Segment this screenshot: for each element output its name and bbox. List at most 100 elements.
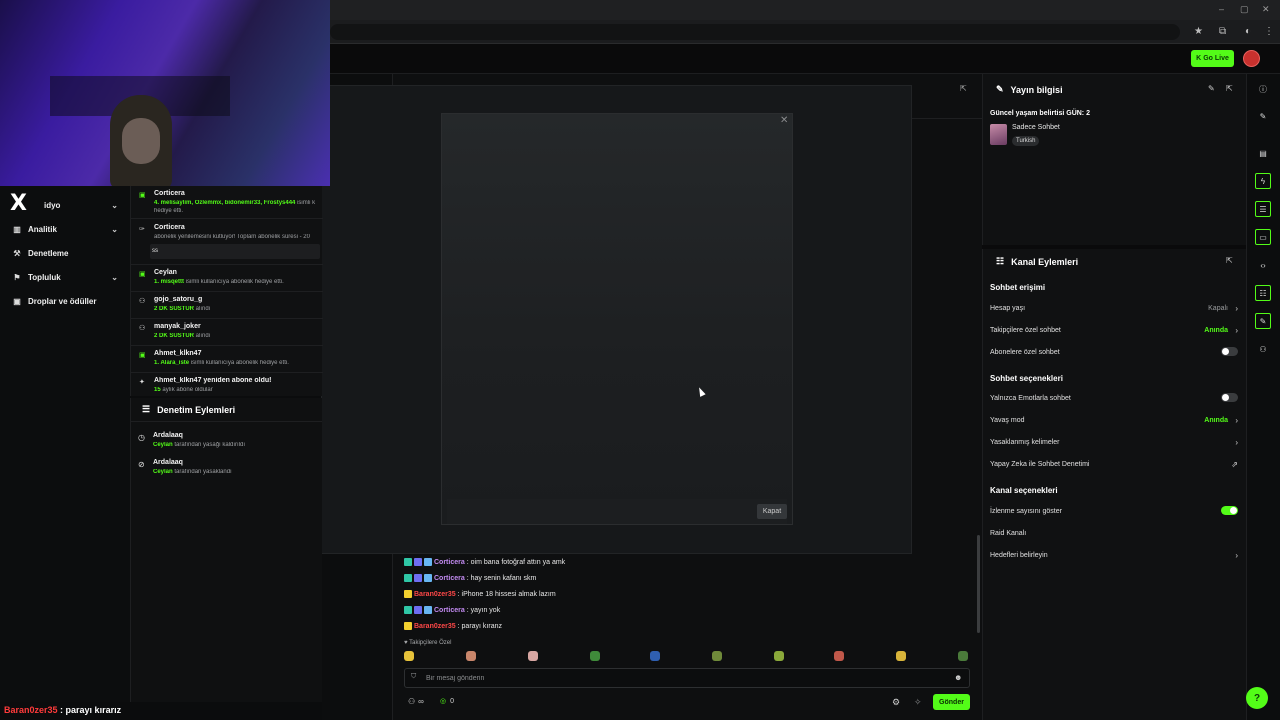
hammer-icon: ⚒ bbox=[13, 249, 21, 258]
show-viewers-toggle[interactable] bbox=[1221, 506, 1238, 515]
list-icon: ☰ bbox=[142, 404, 151, 414]
chevron-right-icon: › bbox=[1235, 551, 1238, 560]
sidebar-item-community[interactable]: ⚑ Topluluk ⌄ bbox=[12, 273, 118, 282]
timeout-icon: ⚇ bbox=[139, 325, 146, 332]
channel-actions-header: ☷ Kanal Eylemleri bbox=[996, 256, 1078, 267]
scrollbar[interactable] bbox=[977, 535, 980, 633]
profile-icon[interactable]: ◐ bbox=[1245, 26, 1251, 37]
popout-icon[interactable]: ⇱ bbox=[1226, 256, 1233, 265]
channel-options-title: Kanal seçenekleri bbox=[990, 486, 1058, 495]
setting-value: Anında bbox=[1204, 327, 1228, 334]
sidebar-item-analytics[interactable]: ▥ Analitik ⌄ bbox=[12, 225, 118, 234]
lightning-icon[interactable]: ϟ bbox=[1255, 173, 1271, 189]
popout-icon[interactable]: ⇱ bbox=[1226, 84, 1233, 93]
close-button[interactable]: Kapat bbox=[757, 504, 787, 519]
chat-username[interactable]: Baran0zer35 bbox=[414, 623, 456, 630]
sidebar-item-drops[interactable]: ▣ Droplar ve ödüller bbox=[12, 297, 118, 306]
address-bar[interactable] bbox=[330, 24, 1180, 40]
chat-input[interactable] bbox=[426, 672, 926, 684]
emote-icon[interactable] bbox=[712, 651, 722, 661]
close-icon[interactable]: ✕ bbox=[780, 115, 788, 126]
chevron-right-icon: › bbox=[1235, 304, 1238, 313]
feed-item-title: Ceylan bbox=[154, 269, 177, 276]
help-chat-icon[interactable]: ? bbox=[1246, 687, 1268, 709]
dashboard-icon[interactable]: ☷ bbox=[1255, 285, 1271, 301]
gift-icon: ▣ bbox=[139, 271, 146, 278]
sidebar-item-moderation[interactable]: ⚒ Denetleme bbox=[12, 249, 118, 258]
setting-label: Hesap yaşı bbox=[990, 305, 1026, 312]
emote-icon[interactable] bbox=[896, 651, 906, 661]
minimize-icon[interactable]: – bbox=[1219, 4, 1224, 14]
setting-goals[interactable]: Hedefleri belirleyin › bbox=[990, 551, 1238, 560]
go-live-button[interactable]: K Go Live bbox=[1191, 50, 1234, 67]
chat-text: : yayın yok bbox=[466, 606, 501, 614]
chat-options-title: Sohbet seçenekleri bbox=[990, 374, 1063, 383]
chat-icon[interactable]: ▭ bbox=[1255, 229, 1271, 245]
setting-account-age[interactable]: Hesap yaşı Kapalı › bbox=[990, 304, 1238, 313]
emoji-icon[interactable]: ☻ bbox=[954, 673, 962, 682]
gear-icon[interactable]: ⚙ bbox=[892, 697, 900, 708]
chevron-right-icon: › bbox=[1235, 326, 1238, 335]
moderation-item-sub: Ceylan tarafından yasağı kaldırıldı bbox=[153, 442, 246, 448]
streamer-face bbox=[122, 118, 160, 164]
followers-only-label: ♥ Takipçilere Özel bbox=[404, 640, 452, 646]
feed-item[interactable]: ✦ Ahmet_klkn47 yeniden abone oldu! 15 ay… bbox=[139, 377, 323, 393]
send-button[interactable]: Gönder bbox=[933, 694, 970, 710]
layout-icon[interactable]: ▤ bbox=[1255, 145, 1271, 161]
emote-icon[interactable] bbox=[404, 651, 414, 661]
settings-alt-icon[interactable]: ✧ bbox=[914, 697, 922, 708]
avatar[interactable] bbox=[1243, 50, 1260, 67]
badge-icon bbox=[414, 574, 422, 582]
divider bbox=[131, 372, 323, 373]
emote-icon[interactable] bbox=[958, 651, 968, 661]
extension-icon[interactable]: ⧉ bbox=[1219, 26, 1226, 37]
stream-category[interactable]: Sadece Sohbet bbox=[1012, 124, 1060, 131]
sidebar-item-video[interactable]: ▶ idyo ⌄ bbox=[12, 201, 118, 210]
feed-item-title: Ahmet_klkn47 yeniden abone oldu! bbox=[154, 377, 272, 384]
emote-icon[interactable] bbox=[774, 651, 784, 661]
pencil-icon[interactable]: ✎ bbox=[1208, 84, 1215, 93]
wrench-icon[interactable]: ✎ bbox=[1255, 313, 1271, 329]
emote-icon[interactable] bbox=[466, 651, 476, 661]
chat-username[interactable]: Baran0zer35 bbox=[414, 591, 456, 598]
list-icon[interactable]: ☰ bbox=[1255, 201, 1271, 217]
chat-username[interactable]: Corticera bbox=[434, 607, 465, 614]
feed-item-sub: 1. Alara_iste isimli kullanıcıya aboneli… bbox=[154, 360, 289, 366]
chat-username[interactable]: Corticera bbox=[434, 575, 465, 582]
subscribers-only-toggle[interactable] bbox=[1221, 347, 1238, 356]
category-thumbnail[interactable] bbox=[990, 124, 1007, 145]
gift-icon: ▣ bbox=[13, 297, 21, 306]
menu-icon[interactable]: ⋮ bbox=[1264, 26, 1274, 37]
popout-icon[interactable]: ⇱ bbox=[960, 84, 967, 93]
setting-raid-channel[interactable]: Raid Kanalı bbox=[990, 530, 1238, 537]
setting-banned-words[interactable]: Yasaklanmış kelimeler › bbox=[990, 438, 1238, 447]
feed-item-title: manyak_joker bbox=[154, 323, 201, 330]
badge-icon bbox=[404, 606, 412, 614]
badge-icon bbox=[404, 558, 412, 566]
activity-feed: ▣ Corticera 4. melisaylim, Ozlemmx, bido… bbox=[130, 186, 323, 396]
setting-ai-moderation[interactable]: Yapay Zeka ile Sohbet Denetimi ⇗ bbox=[990, 460, 1238, 469]
emote-icon[interactable] bbox=[650, 651, 660, 661]
chat-message: Baran0zer35: iPhone 18 hissesi almak laz… bbox=[404, 590, 556, 598]
chat-username[interactable]: Corticera bbox=[434, 559, 465, 566]
emote-icon[interactable] bbox=[528, 651, 538, 661]
window-close-icon[interactable]: ✕ bbox=[1262, 4, 1270, 15]
gift-counter[interactable]: ◎ 0 bbox=[440, 697, 454, 706]
emote-icon[interactable] bbox=[590, 651, 600, 661]
feed-item-sub: abonelik yenilemesini kutluyor! Toplam a… bbox=[154, 234, 310, 240]
feed-reply-input[interactable]: ss bbox=[150, 244, 320, 259]
info-icon[interactable]: ⓘ bbox=[1255, 81, 1271, 97]
pencil-icon[interactable]: ✎ bbox=[1255, 108, 1271, 124]
emote-only-toggle[interactable] bbox=[1221, 393, 1238, 402]
users-icon[interactable]: ⚇ bbox=[1255, 341, 1271, 357]
setting-slow-mode[interactable]: Yavaş mod Anında › bbox=[990, 416, 1238, 425]
maximize-icon[interactable]: ▢ bbox=[1240, 4, 1249, 15]
feed-item-sub: 2 DK SUSTUR alındı bbox=[154, 333, 211, 339]
setting-followers-only[interactable]: Takipçilere özel sohbet Anında › bbox=[990, 326, 1238, 335]
divider bbox=[131, 218, 323, 219]
emote-icon[interactable] bbox=[834, 651, 844, 661]
code-icon[interactable]: ‹› bbox=[1255, 257, 1271, 273]
star-icon[interactable]: ★ bbox=[1194, 26, 1203, 37]
sub-icon: ✑ bbox=[139, 226, 145, 233]
points-display[interactable]: ⚇ ∞ bbox=[408, 697, 424, 706]
